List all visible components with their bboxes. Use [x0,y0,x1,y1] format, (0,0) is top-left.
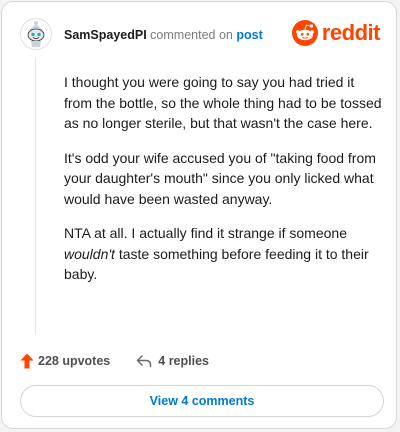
thread-line [35,58,36,334]
comment-emphasis: wouldn't [64,245,115,262]
comment-card: SamSpayedPI commented on post reddit I t… [1,1,397,429]
avatar[interactable] [20,18,52,50]
replies-button[interactable]: 4 replies [136,354,209,368]
username[interactable]: SamSpayedPI [64,28,147,42]
reddit-snoo-icon [291,20,318,46]
comment-paragraph: NTA at all. I actually find it strange i… [64,223,382,285]
snoo-avatar-icon [20,18,52,50]
comment-body: I thought you were going to say you had … [64,72,382,299]
view-comments-label: View 4 comments [149,394,255,408]
replies-count: 4 replies [158,354,209,368]
comment-action-text: commented on [150,28,233,42]
comment-paragraph: It's odd your wife accused you of "takin… [64,149,376,207]
upvote-button[interactable]: 228 upvotes [20,353,110,369]
comment-header: SamSpayedPI commented on post reddit [20,16,381,56]
comment-meta: SamSpayedPI commented on post [64,28,263,42]
comment-paragraph: I thought you were going to say you had … [64,74,382,131]
reddit-logo-text: reddit [321,20,381,45]
reply-arrow-icon [137,355,152,368]
comment-text: NTA at all. I actually find it strange i… [64,225,347,241]
upvote-count: 228 upvotes [38,354,111,368]
comment-footer: 228 upvotes 4 replies [20,350,209,372]
view-comments-button[interactable]: View 4 comments [20,385,384,417]
post-link[interactable]: post [236,28,262,42]
upvote-arrow-icon [20,353,34,369]
reddit-logo[interactable]: reddit [291,20,381,46]
